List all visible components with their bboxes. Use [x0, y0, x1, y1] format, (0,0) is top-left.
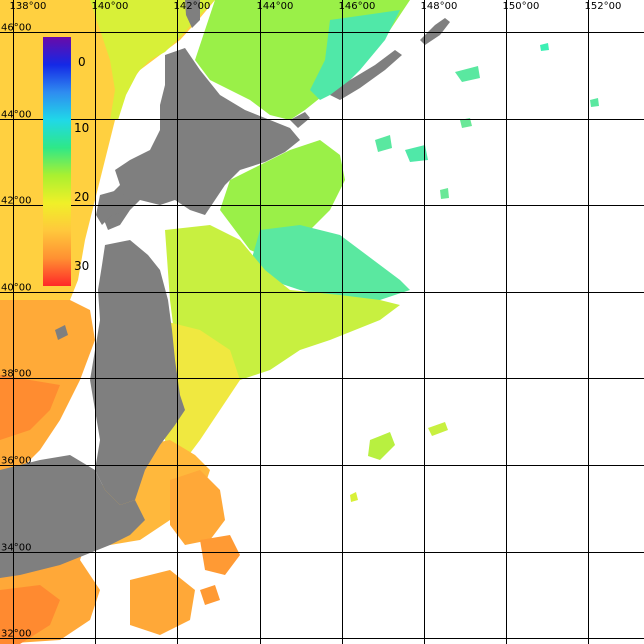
longitude-label: 150°00 [503, 1, 540, 12]
latitude-label: 36°00 [1, 456, 31, 467]
longitude-label: 140°00 [92, 1, 129, 12]
longitude-label: 152°00 [585, 1, 622, 12]
sea-surface-temperature-map: 138°00 140°00 142°00 144°00 146°00 148°00 150°… [0, 0, 644, 644]
latitude-label: 46°00 [1, 23, 31, 34]
colorbar-label-10: 10 [74, 121, 89, 135]
longitude-label: 146°00 [339, 1, 376, 12]
latitude-label: 40°00 [1, 283, 31, 294]
latitude-label: 34°00 [1, 543, 31, 554]
longitude-label: 148°00 [421, 1, 458, 12]
latitude-label: 32°00 [1, 629, 31, 640]
colorbar-label-30: 30 [74, 259, 89, 273]
latitude-label: 42°00 [1, 196, 31, 207]
longitude-label: 144°00 [257, 1, 294, 12]
latitude-label: 44°00 [1, 110, 31, 121]
longitude-label: 138°00 [10, 1, 47, 12]
latitude-label: 38°00 [1, 369, 31, 380]
longitude-label: 142°00 [174, 1, 211, 12]
colorbar-ramp [43, 37, 71, 286]
colorbar-label-20: 20 [74, 190, 89, 204]
colorbar-label-0: 0 [78, 55, 86, 69]
